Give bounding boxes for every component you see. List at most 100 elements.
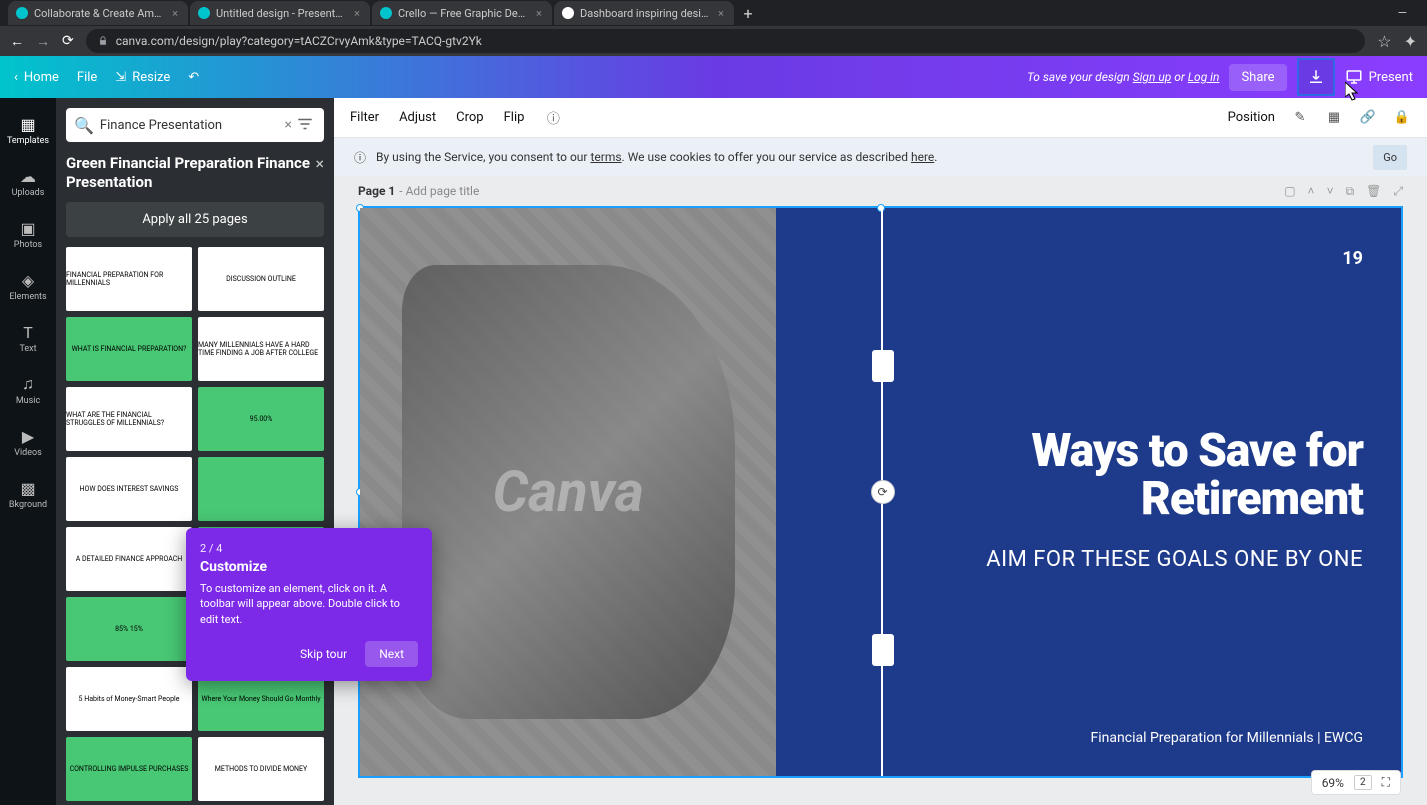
resize-menu[interactable]: ⇲Resize [115,70,170,85]
rail-elements[interactable]: ◈Elements [0,262,56,310]
rail-label: Bkground [9,500,47,510]
adjust-button[interactable]: Adjust [399,110,436,125]
minimize-icon[interactable]: — [1398,6,1407,20]
template-thumb[interactable]: METHODS TO DIVIDE MONEY [198,737,324,801]
download-button[interactable] [1297,58,1335,96]
template-thumb[interactable]: 95.00% [198,387,324,451]
template-thumb[interactable]: WHAT ARE THE FINANCIAL STRUGGLES OF MILL… [66,387,192,451]
terms-link[interactable]: terms [590,150,621,164]
rail-bkground[interactable]: ▩Bkground [0,470,56,518]
zoom-control[interactable]: 69% 2 ⛶ [1311,770,1401,795]
add-page-title[interactable]: - Add page title [399,184,479,198]
close-icon[interactable]: × [315,154,324,173]
side-rail: ▦Templates ☁Uploads ▣Photos ◈Elements TT… [0,98,56,805]
color-picker-icon[interactable]: ✎ [1291,109,1309,127]
info-icon[interactable]: ⓘ [544,109,562,127]
rail-templates[interactable]: ▦Templates [0,106,56,154]
bookmark-icon[interactable]: ☆ [1377,32,1391,51]
login-link[interactable]: Log in [1188,70,1220,84]
slide-image[interactable]: Canva [360,208,776,776]
undo-button[interactable]: ↶ [188,70,199,85]
browser-tab[interactable]: Collaborate & Create Amazing G× [8,1,188,25]
move-down-icon[interactable]: ˅ [1327,184,1334,199]
slide-footer[interactable]: Financial Preparation for Millennials | … [826,730,1363,746]
extensions-icon[interactable]: ✦ [1404,32,1417,51]
elements-icon: ◈ [18,270,38,290]
template-thumb[interactable] [198,457,324,521]
template-thumbnails: FINANCIAL PREPARATION FOR MILLENNIALS DI… [66,247,324,805]
music-icon: ♫ [18,374,38,394]
home-button[interactable]: ‹Home [14,70,59,85]
rail-videos[interactable]: ▶Videos [0,418,56,466]
close-icon[interactable]: × [534,7,544,20]
next-button[interactable]: Next [365,641,418,667]
slide-subheading[interactable]: AIM FOR THESE GOALS ONE BY ONE [826,547,1363,572]
move-up-icon[interactable]: ˄ [1308,184,1315,199]
browser-tab[interactable]: Crello — Free Graphic Design So× [372,1,552,25]
rail-photos[interactable]: ▣Photos [0,210,56,258]
close-icon[interactable]: × [352,7,362,20]
rail-label: Videos [14,448,42,458]
rail-label: Text [19,344,36,354]
forward-button[interactable]: → [36,33,50,50]
browser-tab[interactable]: Dashboard inspiring designs - G× [554,1,734,25]
delete-icon[interactable]: 🗑 [1366,184,1381,199]
flip-button[interactable]: Flip [504,110,525,125]
templates-panel: 🔍 × Green Financial Preparation Finance … [56,98,334,805]
rotate-handle[interactable]: ⟳ [871,480,895,504]
clear-search-button[interactable]: × [281,117,296,133]
template-thumb[interactable]: 5 Habits of Money-Smart People [66,667,192,731]
url-input[interactable]: canva.com/design/play?category=tACZCrvyA… [86,29,1366,53]
search-input[interactable] [100,118,281,133]
reload-button[interactable]: ⟳ [62,33,74,49]
crop-button[interactable]: Crop [456,110,483,125]
transparency-icon[interactable]: ▦ [1325,109,1343,127]
template-thumb[interactable]: HOW DOES INTEREST SAVINGS [66,457,192,521]
slide-heading[interactable]: Ways to Save for Retirement [826,427,1363,524]
notes-icon[interactable]: ▢ [1284,184,1295,199]
skip-tour-button[interactable]: Skip tour [290,641,357,667]
rail-label: Uploads [12,188,45,198]
cookie-accept-button[interactable]: Go [1373,145,1407,170]
apply-all-button[interactable]: Apply all 25 pages [66,202,324,237]
app-header: ‹Home File ⇲Resize ↶ To save your design… [0,56,1427,98]
template-thumb[interactable]: MANY MILLENNIALS HAVE A HARD TIME FINDIN… [198,317,324,381]
template-thumb[interactable]: 85% 15% [66,597,192,661]
zoom-value: 69% [1322,776,1344,790]
template-title: Green Financial Preparation Finance Pres… [66,154,315,192]
position-button[interactable]: Position [1228,110,1275,125]
back-button[interactable]: ← [10,33,24,50]
split-handle[interactable] [872,350,894,382]
duplicate-icon[interactable]: ⧉ [1346,184,1355,199]
file-menu[interactable]: File [77,70,97,85]
split-handle[interactable] [872,634,894,666]
canva-app: ‹Home File ⇲Resize ↶ To save your design… [0,56,1427,805]
rail-text[interactable]: TText [0,314,56,362]
close-icon[interactable]: × [716,7,726,20]
here-link[interactable]: here [911,150,934,164]
lock-icon[interactable]: 🔒 [1393,109,1411,127]
signup-link[interactable]: Sign up [1133,70,1172,84]
slide-page-number: 19 [1342,248,1363,269]
browser-tab[interactable]: Untitled design - Presentation (1× [190,1,370,25]
filter-icon[interactable] [296,115,316,135]
present-button[interactable]: Present [1345,68,1413,86]
template-thumb[interactable]: WHAT IS FINANCIAL PREPARATION? [66,317,192,381]
search-icon: 🔍 [74,116,94,135]
fullscreen-icon[interactable]: ⛶ [1382,775,1390,790]
template-thumb[interactable]: DISCUSSION OUTLINE [198,247,324,311]
template-thumb[interactable]: A DETAILED FINANCE APPROACH [66,527,192,591]
template-thumb[interactable]: CONTROLLING IMPULSE PURCHASES [66,737,192,801]
add-page-icon[interactable]: ⤢ [1393,184,1403,199]
template-search[interactable]: 🔍 × [66,108,324,142]
template-thumb[interactable]: FINANCIAL PREPARATION FOR MILLENNIALS [66,247,192,311]
link-icon[interactable]: 🔗 [1359,109,1377,127]
slide-canvas[interactable]: Canva ⟳ 19 Ways to Save for Retirement A… [358,206,1403,778]
share-button[interactable]: Share [1229,64,1286,91]
close-icon[interactable]: × [170,7,180,20]
page-count[interactable]: 2 [1354,775,1372,790]
filter-button[interactable]: Filter [350,110,379,125]
rail-uploads[interactable]: ☁Uploads [0,158,56,206]
new-tab-button[interactable]: + [736,4,760,23]
rail-music[interactable]: ♫Music [0,366,56,414]
